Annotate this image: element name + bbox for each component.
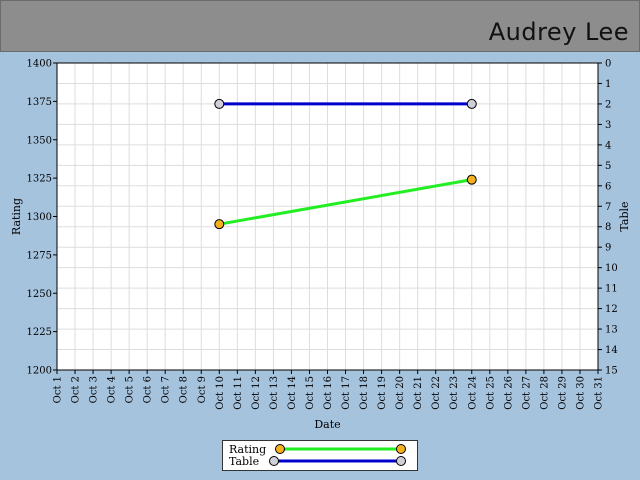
x-tick-label: Oct 21 [413, 376, 424, 410]
data-point-table [214, 98, 225, 109]
y2-tick-label: 2 [605, 99, 611, 110]
x-tick-label: Oct 14 [287, 376, 298, 410]
data-point-rating [214, 219, 225, 230]
y-tick-label: 1350 [27, 135, 52, 146]
y2-tick-label: 6 [605, 181, 611, 192]
y2-tick-label: 14 [605, 345, 618, 356]
x-tick-label: Oct 12 [251, 376, 262, 410]
y-tick-label: 1225 [27, 327, 52, 338]
x-tick-label: Oct 19 [377, 376, 388, 410]
x-tick-label: Oct 8 [179, 376, 190, 403]
x-tick-label: Oct 28 [539, 376, 550, 410]
y2-tick-label: 11 [605, 284, 618, 295]
x-tick-label: Oct 22 [431, 376, 442, 410]
y-tick-label: 1325 [27, 174, 52, 185]
x-tick-label: Oct 6 [143, 376, 154, 403]
x-tick-label: Oct 18 [359, 376, 370, 410]
y2-tick-label: 9 [605, 243, 611, 254]
y2-axis-title: Table [618, 201, 631, 231]
y-tick-label: 1250 [27, 289, 52, 300]
x-tick-label: Oct 16 [323, 376, 334, 410]
x-tick-label: Oct 3 [89, 376, 100, 403]
y-tick-label: 1400 [27, 59, 52, 70]
y2-tick-label: 8 [605, 222, 611, 233]
y-tick-label: 1300 [27, 212, 52, 223]
y-tick-label: 1375 [27, 97, 52, 108]
y-axis-title: Rating [10, 198, 23, 235]
y2-tick-label: 1 [605, 79, 611, 90]
y2-tick-label: 13 [605, 325, 618, 336]
legend-swatches [269, 444, 406, 466]
y2-tick-label: 5 [605, 161, 611, 172]
x-tick-label: Oct 23 [449, 376, 460, 410]
x-tick-label: Oct 7 [161, 376, 172, 403]
x-tick-label: Oct 31 [594, 376, 605, 410]
x-tick-label: Oct 25 [485, 376, 496, 410]
x-tick-label: Oct 10 [215, 376, 226, 410]
x-tick-label: Oct 27 [521, 376, 532, 410]
legend-marker-table [396, 456, 406, 466]
rating-table-chart: 120012251250127513001325135013751400 0123… [10, 59, 631, 432]
x-tick-label: Oct 20 [395, 376, 406, 410]
legend-marker-rating [275, 444, 285, 454]
y2-tick-label: 0 [605, 59, 611, 70]
y-tick-label: 1200 [27, 366, 52, 377]
x-tick-label: Oct 2 [71, 376, 82, 403]
x-tick-label: Oct 29 [557, 376, 568, 410]
data-point-table [466, 98, 477, 109]
x-tick-label: Oct 5 [125, 376, 136, 403]
y2-tick-label: 10 [605, 263, 618, 274]
x-tick-label: Oct 30 [575, 376, 586, 410]
x-axis-title: Date [314, 418, 340, 431]
y2-tick-label: 12 [605, 304, 618, 315]
data-point-rating [466, 174, 477, 185]
legend-marker-rating [396, 444, 406, 454]
x-tick-label: Oct 17 [341, 376, 352, 410]
x-tick-label: Oct 24 [467, 376, 478, 410]
x-tick-label: Oct 13 [269, 376, 280, 410]
x-tick-label: Oct 1 [53, 376, 64, 403]
y2-tick-label: 15 [605, 366, 618, 377]
x-tick-label: Oct 4 [107, 376, 118, 403]
legend: Rating Table [222, 440, 418, 471]
x-tick-label: Oct 26 [503, 376, 514, 410]
legend-marker-table [269, 456, 279, 466]
y-tick-label: 1275 [27, 250, 52, 261]
x-tick-label: Oct 11 [233, 376, 244, 410]
y2-tick-label: 4 [605, 140, 611, 151]
y2-tick-label: 7 [605, 202, 611, 213]
y2-tick-label: 3 [605, 120, 611, 131]
x-tick-label: Oct 9 [197, 376, 208, 403]
x-tick-label: Oct 15 [305, 376, 316, 410]
